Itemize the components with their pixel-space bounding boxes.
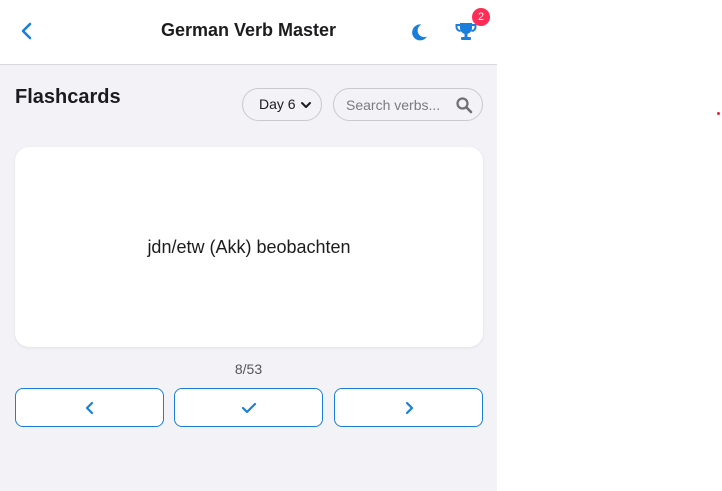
theme-toggle-button[interactable] <box>406 19 432 45</box>
cursor-dot <box>717 112 720 115</box>
checkmark-icon <box>241 402 256 413</box>
chevron-right-icon <box>405 401 413 414</box>
day-select-value: Day 6 <box>259 96 296 112</box>
app-panel: German Verb Master 2 Flashcards Day 6 Se… <box>0 0 497 491</box>
flashcard-text: jdn/etw (Akk) beobachten <box>147 237 351 257</box>
moon-icon <box>412 24 427 41</box>
search-box[interactable] <box>333 88 483 121</box>
chevron-down-icon <box>301 102 311 108</box>
search-input[interactable] <box>346 96 446 114</box>
header: German Verb Master 2 <box>0 0 497 65</box>
chevron-left-icon <box>21 22 32 40</box>
card-counter: 8/53 <box>234 361 263 377</box>
back-button[interactable] <box>14 18 40 44</box>
chevron-left-icon <box>85 401 93 414</box>
mark-known-button[interactable] <box>174 388 323 427</box>
next-card-button[interactable] <box>334 388 483 427</box>
section-title: Flashcards <box>15 86 121 108</box>
search-icon[interactable] <box>455 96 473 114</box>
notification-badge: 2 <box>472 8 490 26</box>
previous-card-button[interactable] <box>15 388 164 427</box>
flashcard[interactable]: jdn/etw (Akk) beobachten <box>15 147 483 347</box>
day-select[interactable]: Day 6 <box>242 88 322 121</box>
